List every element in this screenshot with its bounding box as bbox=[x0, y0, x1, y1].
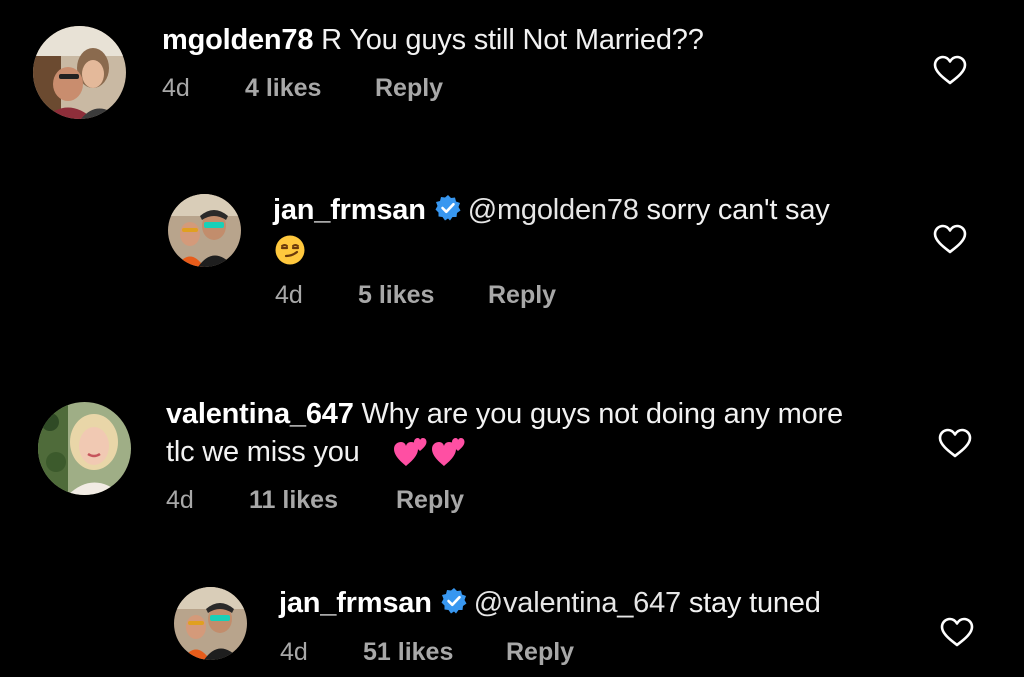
comment-text-row: valentina_647 Why are you guys not doing… bbox=[166, 396, 843, 433]
avatar[interactable] bbox=[33, 26, 126, 119]
likes-count[interactable]: 4 likes bbox=[245, 74, 321, 103]
reply-button[interactable]: Reply bbox=[488, 281, 556, 310]
timestamp: 4d bbox=[280, 638, 308, 666]
comment-text-row: jan_frmsan @valentina_647 stay tuned bbox=[279, 585, 821, 622]
verified-badge-icon bbox=[441, 588, 467, 614]
likes-count[interactable]: 51 likes bbox=[363, 638, 453, 667]
likes-count[interactable]: 5 likes bbox=[358, 281, 434, 310]
comment-meta: 4d 51 likes Reply bbox=[280, 638, 600, 668]
username[interactable]: jan_frmsan bbox=[279, 587, 432, 619]
heart-icon[interactable] bbox=[933, 224, 967, 254]
mention-link[interactable]: @valentina_647 bbox=[474, 587, 681, 619]
comment-meta: 4d 11 likes Reply bbox=[166, 486, 486, 516]
likes-count[interactable]: 11 likes bbox=[249, 486, 338, 515]
comment-text: stay tuned bbox=[688, 587, 821, 619]
comment-text: Why are you guys not doing any more bbox=[361, 398, 844, 430]
reply-button[interactable]: Reply bbox=[375, 74, 443, 103]
heart-icon[interactable] bbox=[940, 617, 974, 647]
avatar[interactable] bbox=[38, 402, 131, 495]
reply-button[interactable]: Reply bbox=[506, 638, 574, 667]
comment-text-row: mgolden78 R You guys still Not Married?? bbox=[162, 22, 704, 59]
mention-link[interactable]: @mgolden78 bbox=[468, 194, 639, 226]
avatar[interactable] bbox=[168, 194, 241, 267]
timestamp: 4d bbox=[162, 74, 190, 102]
comment-text-row-2: tlc we miss you bbox=[166, 434, 360, 471]
reply-button[interactable]: Reply bbox=[396, 486, 464, 515]
username[interactable]: mgolden78 bbox=[162, 24, 313, 56]
heart-icon[interactable] bbox=[938, 428, 972, 458]
heart-icon[interactable] bbox=[933, 55, 967, 85]
verified-badge-icon bbox=[435, 195, 461, 221]
comment-text-row: jan_frmsan @mgolden78 sorry can't say bbox=[273, 192, 830, 229]
smirk-emoji bbox=[275, 235, 305, 265]
comment-meta: 4d 5 likes Reply bbox=[275, 281, 595, 311]
comment-text: R You guys still Not Married?? bbox=[321, 24, 704, 56]
comment-text: sorry can't say bbox=[646, 194, 830, 226]
avatar[interactable] bbox=[174, 587, 247, 660]
timestamp: 4d bbox=[275, 281, 303, 309]
comment-text-line-2: tlc we miss you bbox=[166, 436, 360, 468]
username[interactable]: jan_frmsan bbox=[273, 194, 426, 226]
two-hearts-emoji bbox=[394, 438, 465, 466]
username[interactable]: valentina_647 bbox=[166, 398, 354, 430]
timestamp: 4d bbox=[166, 486, 194, 514]
comment-meta: 4d 4 likes Reply bbox=[162, 74, 482, 104]
